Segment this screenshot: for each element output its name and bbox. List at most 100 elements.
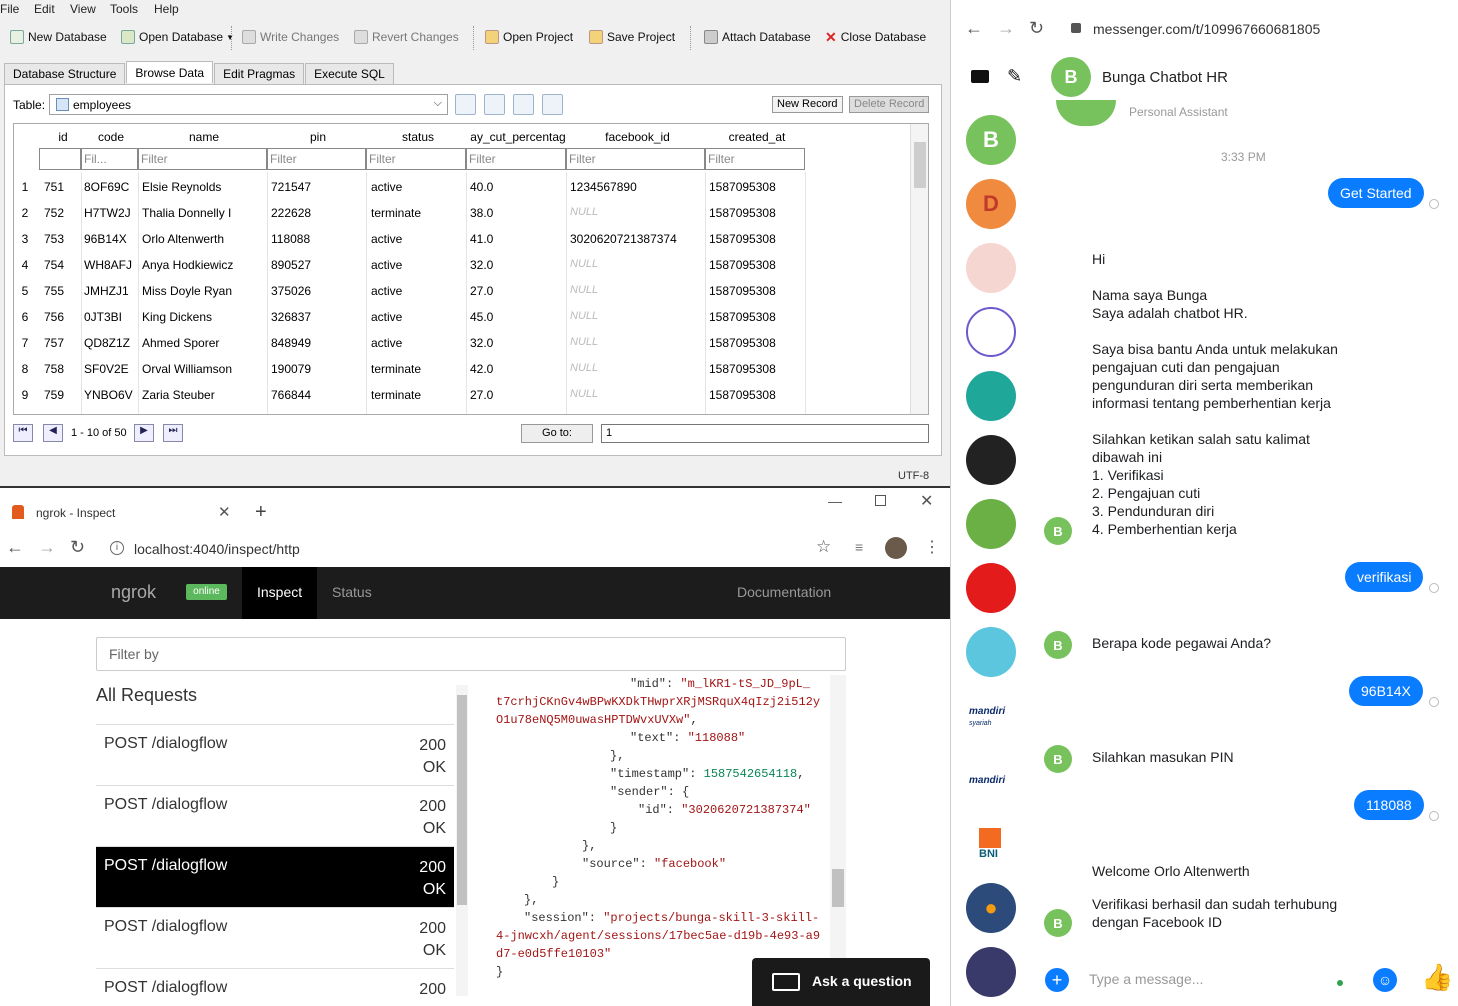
table-cell[interactable]: H7TW2J [84,206,136,220]
table-cell[interactable]: 1587095308 [709,232,805,246]
conversation-avatar[interactable] [966,371,1016,421]
table-cell[interactable]: 1587095308 [709,180,805,194]
media-icon[interactable]: ≡ [855,539,863,555]
revert-changes-button[interactable]: Revert Changes [354,28,459,46]
more-menu-icon[interactable]: ⋮ [924,537,940,557]
table-cell[interactable]: 375026 [271,284,365,298]
thumbs-up-icon[interactable]: 👍 [1421,962,1453,993]
attach-database-button[interactable]: Attach Database [704,28,811,46]
forward-icon[interactable]: → [997,18,1015,39]
table-cell[interactable]: 326837 [271,310,365,324]
nav-inspect[interactable]: Inspect [242,567,318,619]
table-cell[interactable]: YNBO6V [84,388,136,402]
scroll-thumb[interactable] [832,869,844,907]
reload-icon[interactable]: ↻ [70,537,85,558]
menu-file[interactable]: File [0,2,19,16]
table-cell[interactable]: Miss Doyle Ryan [142,284,266,298]
table-cell[interactable]: Thalia Donnelly I [142,206,266,220]
table-cell[interactable]: 1587095308 [709,284,805,298]
write-changes-button[interactable]: Write Changes [242,28,339,46]
tab-database-structure[interactable]: Database Structure [4,63,126,84]
table-cell[interactable]: Orlo Altenwerth [142,232,266,246]
request-item[interactable]: POST /dialogflow200OK [96,907,454,968]
table-cell[interactable]: Anya Hodkiewicz [142,258,266,272]
message-user-code[interactable]: 96B14X [1349,676,1423,706]
compose-icon[interactable]: ✎ [1007,66,1022,87]
conversation-avatar[interactable] [966,243,1016,293]
reload-icon[interactable]: ↻ [1029,18,1044,39]
table-cell[interactable]: 45.0 [470,310,564,324]
table-cell[interactable]: 0JT3BI [84,310,136,324]
table-cell[interactable]: 755 [44,284,80,298]
open-database-button[interactable]: Open Database ▼ [121,28,234,46]
table-cell[interactable]: 766844 [271,388,365,402]
code-scrollbar[interactable] [830,675,846,995]
table-cell[interactable]: NULL [570,362,706,374]
request-item[interactable]: POST /dialogflow200OK [96,968,454,996]
column-header-created-at[interactable]: created_at [707,130,807,144]
column-header-facebook-id[interactable]: facebook_id [568,130,707,144]
goto-button[interactable]: Go to: [521,424,593,443]
table-cell[interactable]: 759 [44,388,80,402]
conversation-avatar[interactable] [966,499,1016,549]
close-database-button[interactable]: ✕ Close Database [825,28,926,46]
minimize-icon[interactable]: — [828,493,842,509]
table-cell[interactable]: 1587095308 [709,310,805,324]
message-get-started[interactable]: Get Started [1328,178,1424,208]
previous-page-icon[interactable]: ◀ [43,424,63,442]
table-cell[interactable]: NULL [570,388,706,400]
grid-scrollbar[interactable] [910,124,928,414]
print-icon[interactable] [542,94,563,115]
table-cell[interactable]: active [371,284,467,298]
conversation-avatar[interactable] [966,947,1016,997]
table-cell[interactable]: 222628 [271,206,365,220]
mandiri-syariah-logo[interactable]: mandiri syariah [969,706,1005,728]
filter-status[interactable]: Filter [366,148,466,170]
table-cell[interactable]: Zaria Steuber [142,388,266,402]
info-icon[interactable]: i [110,541,124,555]
table-cell[interactable]: 848949 [271,336,365,350]
ngrok-brand[interactable]: ngrok [111,582,156,603]
save-table-icon[interactable] [513,94,534,115]
table-cell[interactable]: WH8AFJ [84,258,136,272]
filter-facebook-id[interactable]: Filter [566,148,705,170]
column-header-pin[interactable]: pin [268,130,368,144]
table-cell[interactable]: NULL [570,258,706,270]
filter-code[interactable]: Fil... [81,148,138,170]
message-user-verifikasi[interactable]: verifikasi [1345,562,1424,592]
table-cell[interactable]: 890527 [271,258,365,272]
table-cell[interactable]: NULL [570,336,706,348]
table-cell[interactable]: 758 [44,362,80,376]
chat-title[interactable]: Bunga Chatbot HR [1102,69,1228,86]
goto-input[interactable]: 1 [601,424,929,443]
column-header-pay-cut[interactable]: ay_cut_percentag [468,130,568,144]
table-cell[interactable]: 756 [44,310,80,324]
open-project-button[interactable]: Open Project [485,28,573,46]
tab-browse-data[interactable]: Browse Data [126,61,214,83]
column-header-name[interactable]: name [140,130,268,144]
avatar[interactable] [885,537,907,559]
table-cell[interactable]: Elsie Reynolds [142,180,266,194]
emoji-icon[interactable]: ☺ [1373,968,1397,992]
conversation-avatar[interactable]: D [966,179,1016,229]
table-cell[interactable]: active [371,310,467,324]
table-cell[interactable]: 1587095308 [709,388,805,402]
column-header-id[interactable]: id [44,130,82,144]
table-cell[interactable]: QD8Z1Z [84,336,136,350]
table-cell[interactable]: 1587095308 [709,336,805,350]
message-input[interactable]: Type a message... [1089,971,1203,987]
new-record-button[interactable]: New Record [772,96,843,113]
conversation-avatar[interactable] [966,563,1016,613]
table-cell[interactable]: 3020620721387374 [570,232,706,246]
url-text[interactable]: messenger.com/t/109967660681805 [1093,21,1320,37]
table-cell[interactable]: 721547 [271,180,365,194]
filter-pin[interactable]: Filter [267,148,366,170]
table-cell[interactable]: 8OF69C [84,180,136,194]
new-tab-icon[interactable]: + [255,501,267,524]
filter-id[interactable] [39,148,81,170]
table-cell[interactable]: 118088 [271,232,365,246]
next-page-icon[interactable]: ▶ [134,424,154,442]
table-cell[interactable]: Orval Williamson [142,362,266,376]
menu-help[interactable]: Help [154,2,179,16]
request-list-scrollbar[interactable] [456,685,468,996]
